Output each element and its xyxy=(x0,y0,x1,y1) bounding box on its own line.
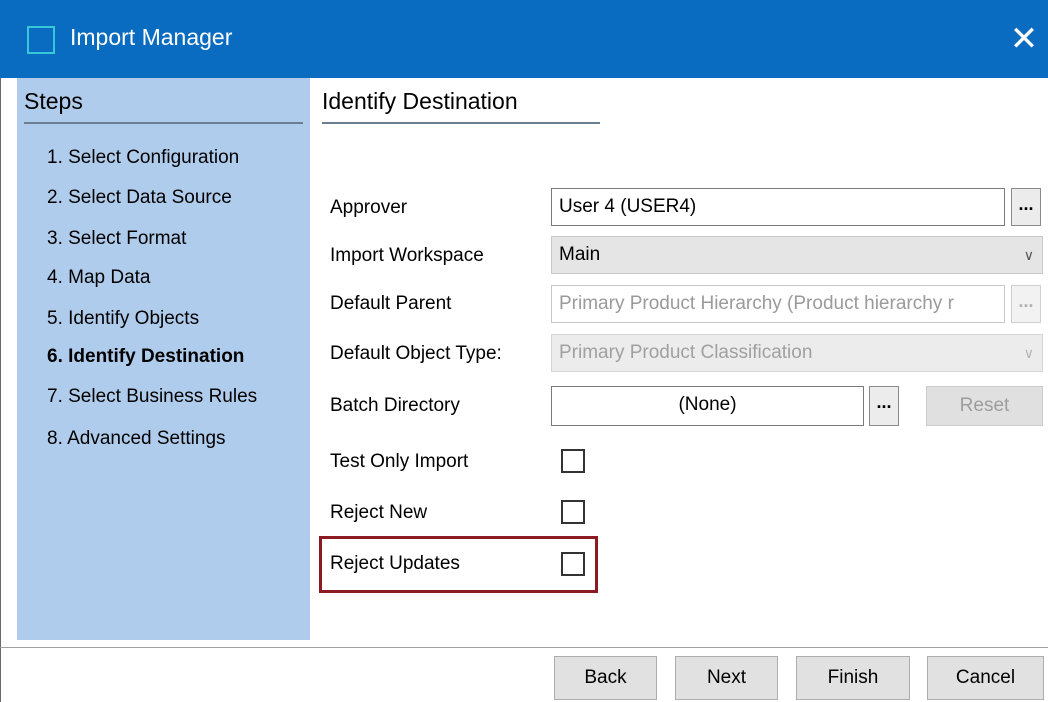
step-item-select-configuration: 1. Select Configuration xyxy=(47,147,240,168)
approver-label: Approver xyxy=(330,197,408,218)
reject-updates-highlight xyxy=(319,536,598,593)
default-parent-field: Primary Product Hierarchy (Product hiera… xyxy=(551,285,1005,323)
default-parent-label: Default Parent xyxy=(330,293,452,314)
step-item-select-business-rules: 7. Select Business Rules xyxy=(47,386,258,407)
page-title-divider xyxy=(322,122,600,124)
app-window-icon xyxy=(27,26,55,54)
chevron-down-icon: ∨ xyxy=(1023,345,1034,361)
reject-new-checkbox[interactable] xyxy=(561,500,585,524)
close-button[interactable]: ✕ xyxy=(1000,14,1048,64)
steps-heading: Steps xyxy=(24,88,83,114)
approver-field[interactable]: User 4 (USER4) xyxy=(551,188,1005,226)
import-workspace-value: Main xyxy=(559,244,601,265)
steps-divider xyxy=(24,122,303,124)
window-title: Import Manager xyxy=(70,24,233,50)
title-bar: Import Manager ✕ xyxy=(0,0,1048,78)
batch-directory-field[interactable]: (None) xyxy=(551,386,864,426)
default-object-type-select: Primary Product Classification ∨ xyxy=(551,334,1043,372)
chevron-down-icon: ∨ xyxy=(1023,247,1034,263)
test-only-import-checkbox[interactable] xyxy=(561,449,585,473)
cancel-button[interactable]: Cancel xyxy=(927,656,1044,700)
step-item-map-data: 4. Map Data xyxy=(47,267,151,288)
import-workspace-select[interactable]: Main ∨ xyxy=(551,236,1043,274)
default-object-type-label: Default Object Type: xyxy=(330,343,502,364)
batch-directory-reset-button: Reset xyxy=(926,386,1043,426)
approver-browse-button[interactable]: ... xyxy=(1011,188,1041,226)
step-item-select-data-source: 2. Select Data Source xyxy=(47,187,232,208)
default-object-type-value: Primary Product Classification xyxy=(559,342,813,363)
window-border xyxy=(0,78,1,702)
step-item-identify-objects: 5. Identify Objects xyxy=(47,308,200,329)
finish-button[interactable]: Finish xyxy=(796,656,910,700)
batch-directory-label: Batch Directory xyxy=(330,395,460,416)
step-item-advanced-settings: 8. Advanced Settings xyxy=(47,428,226,449)
step-item-select-format: 3. Select Format xyxy=(47,228,187,249)
batch-directory-browse-button[interactable]: ... xyxy=(869,386,899,426)
test-only-import-label: Test Only Import xyxy=(330,451,469,472)
back-button[interactable]: Back xyxy=(554,656,657,700)
page-title: Identify Destination xyxy=(322,88,518,114)
footer-divider xyxy=(0,647,1048,648)
next-button[interactable]: Next xyxy=(675,656,778,700)
step-item-identify-destination: 6. Identify Destination xyxy=(47,346,245,367)
default-parent-browse-button: ... xyxy=(1011,285,1041,323)
reject-new-label: Reject New xyxy=(330,502,428,523)
import-workspace-label: Import Workspace xyxy=(330,245,484,266)
